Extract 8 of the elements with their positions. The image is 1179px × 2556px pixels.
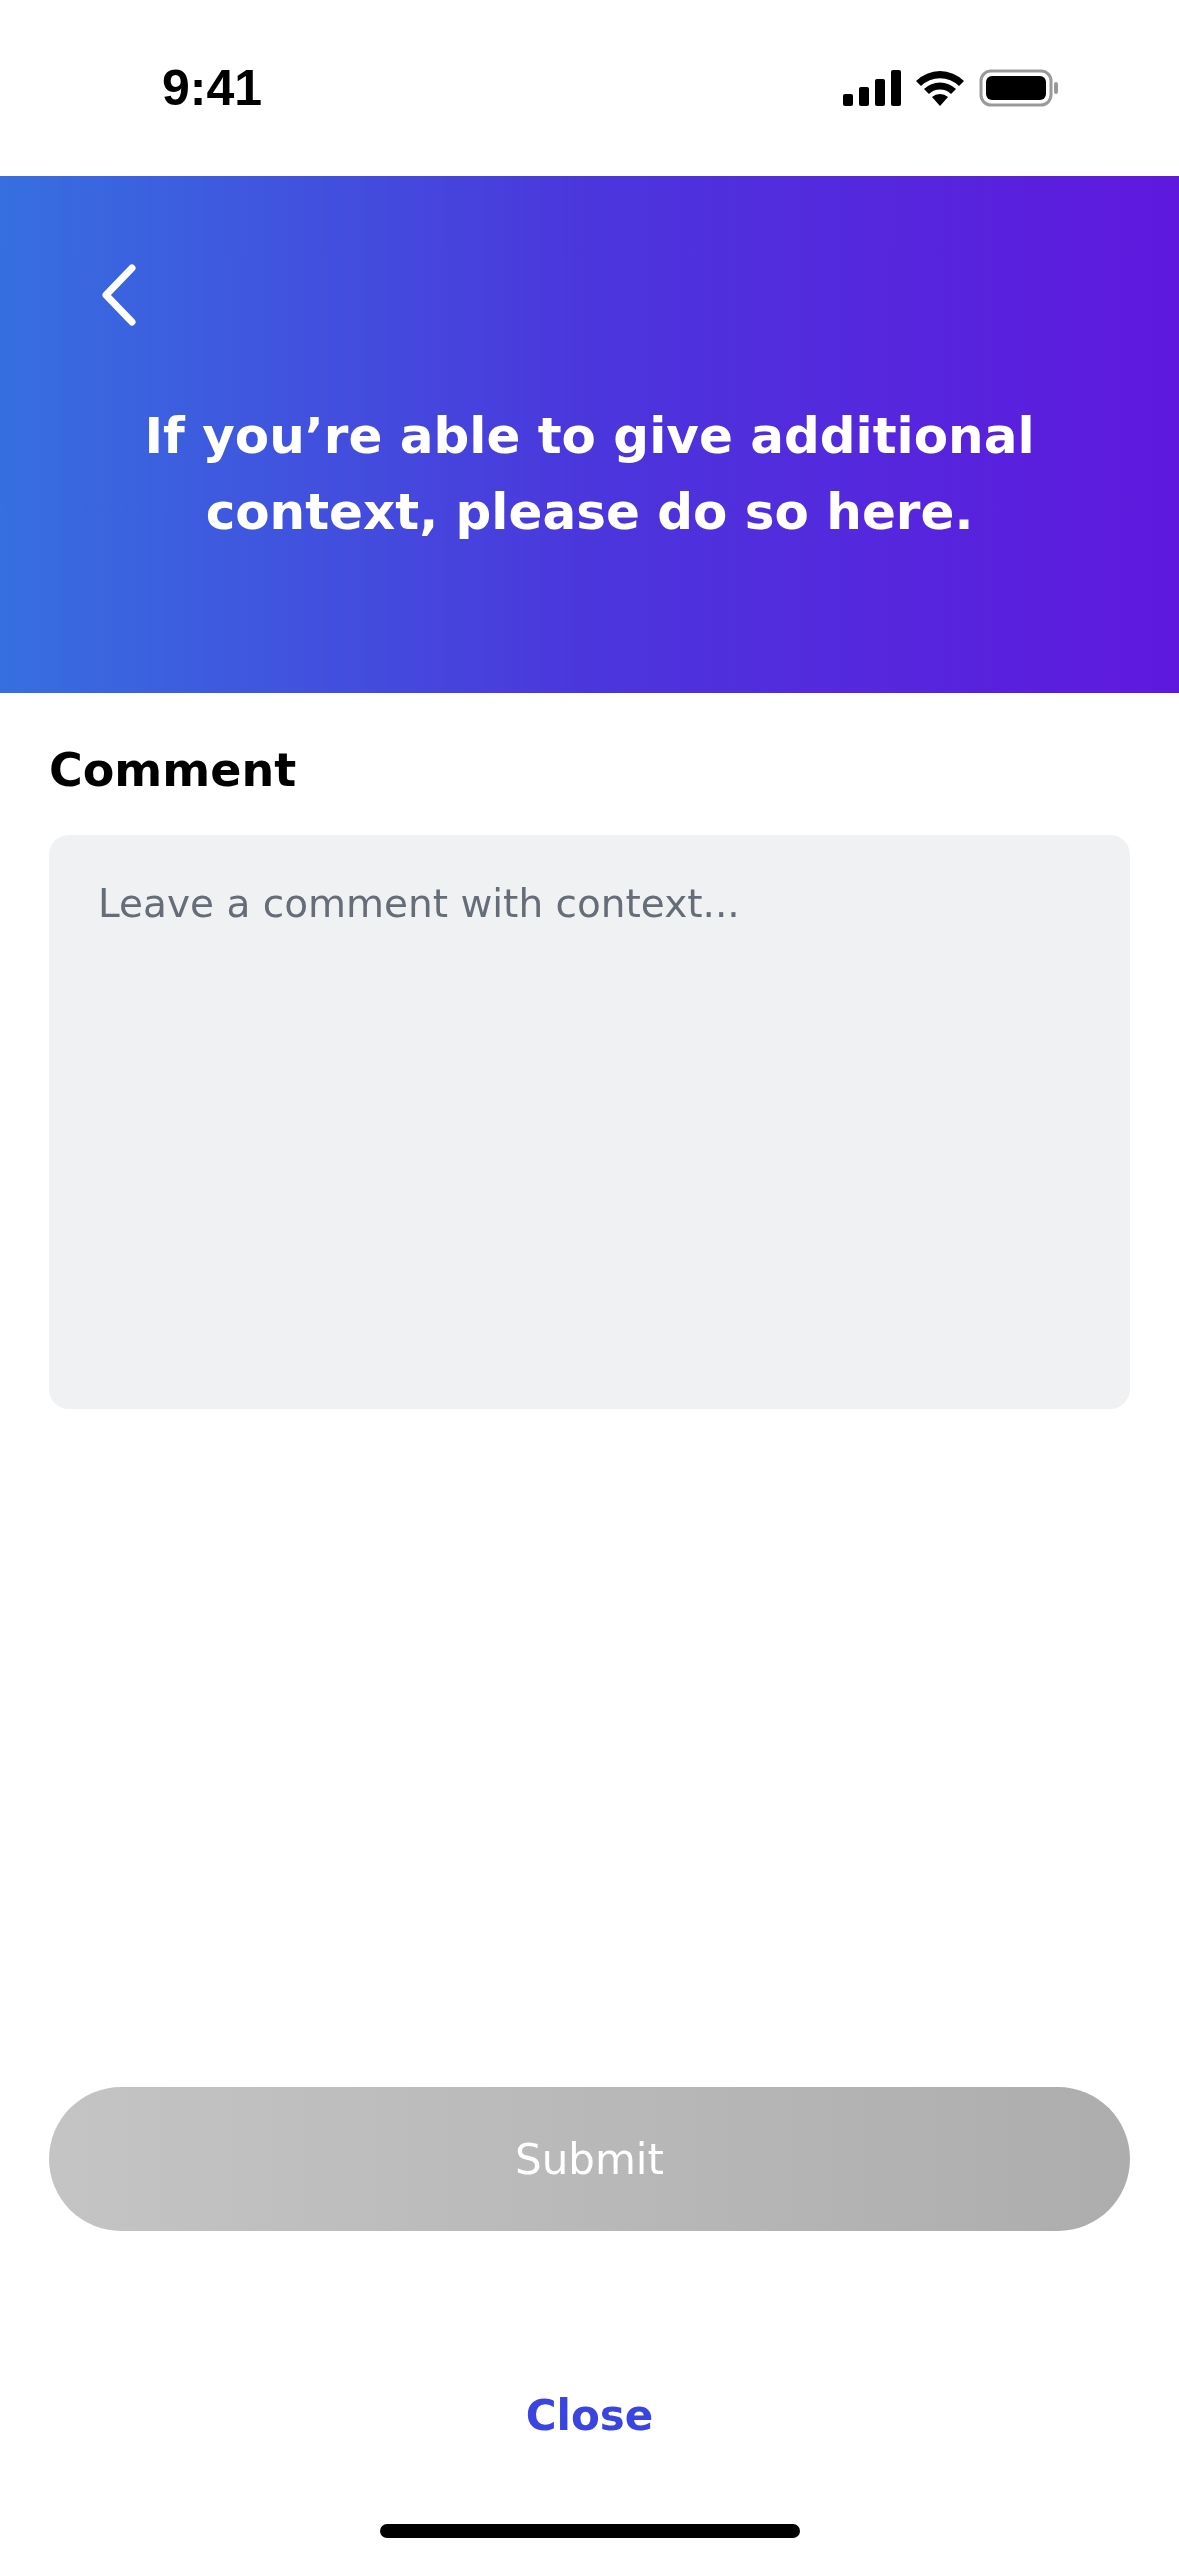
signal-icon: [843, 70, 901, 106]
header-title: If you’re able to give additional context, please do so here.: [143, 406, 1036, 543]
close-link[interactable]: Close: [525, 2391, 654, 2440]
comment-field[interactable]: Leave a comment with context...: [49, 835, 1130, 1409]
status-time: 9:41: [162, 59, 263, 117]
wifi-icon: [915, 70, 965, 106]
comment-label: Comment: [49, 743, 298, 797]
battery-icon: [979, 69, 1059, 107]
